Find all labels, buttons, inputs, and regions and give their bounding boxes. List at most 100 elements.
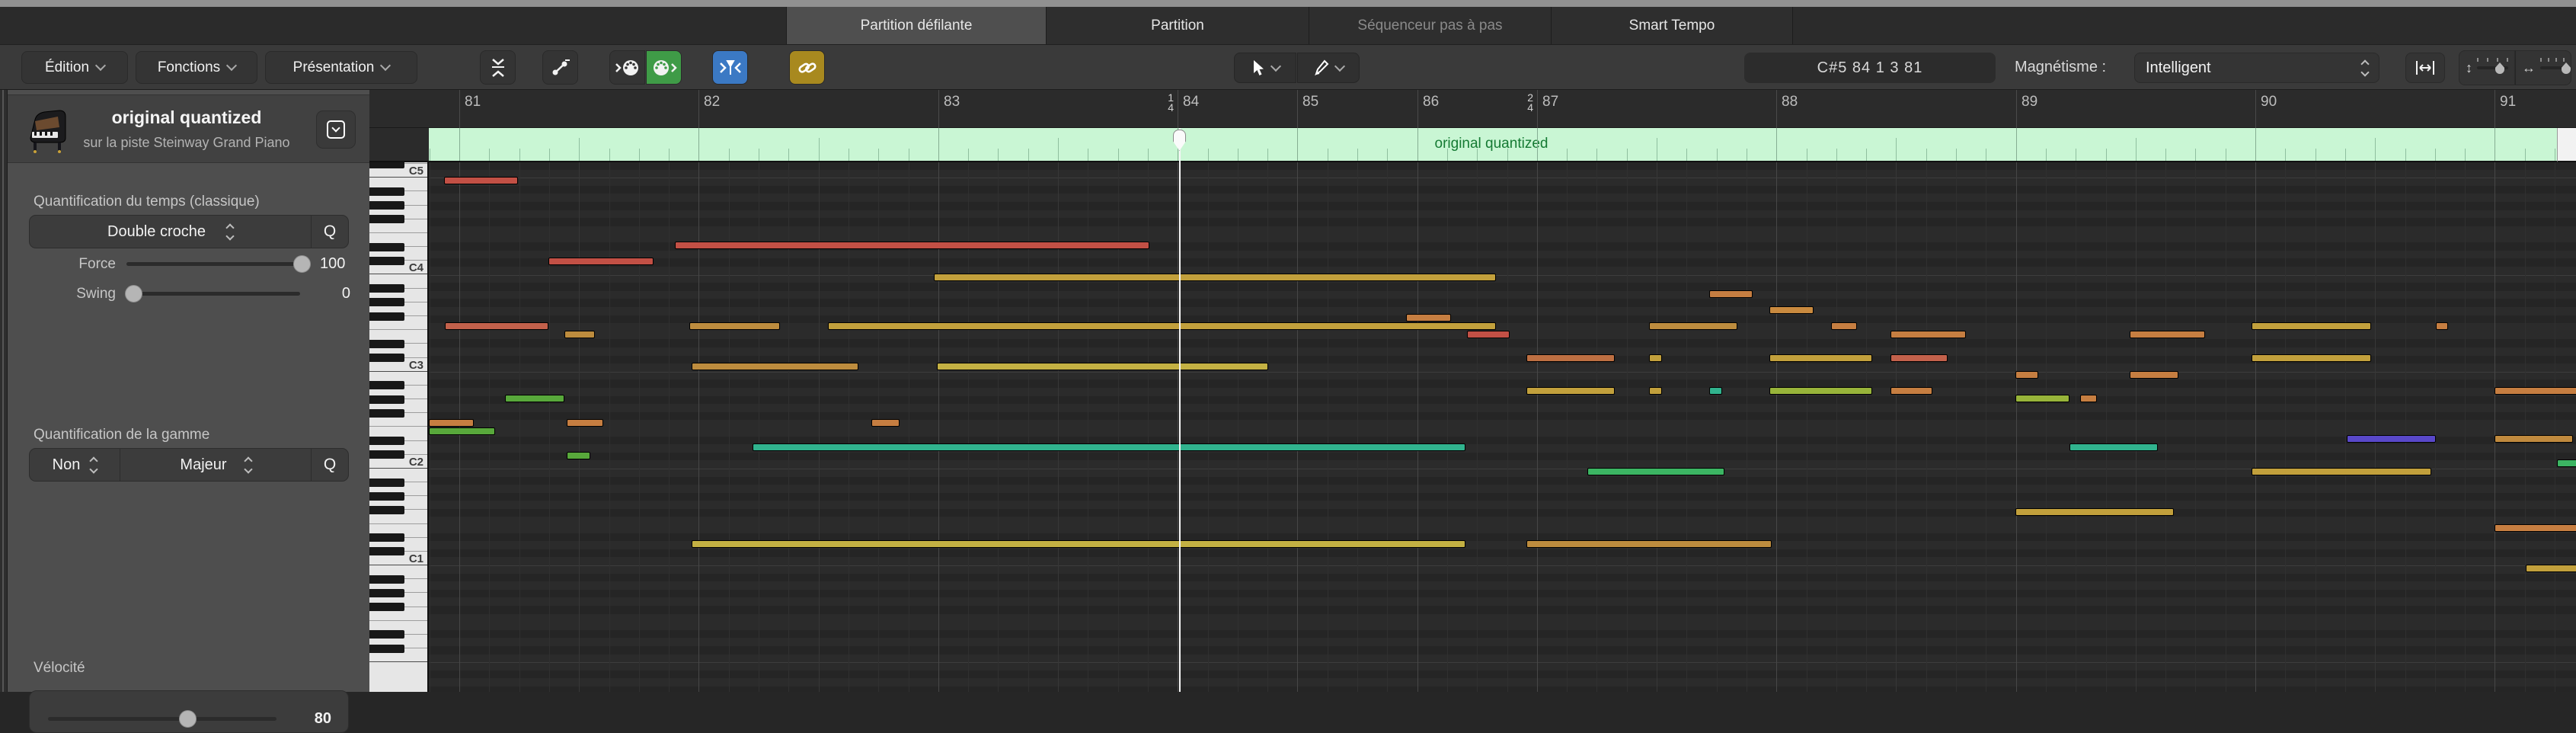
midi-note-D#2[interactable] — [2495, 435, 2573, 443]
black-key[interactable] — [369, 547, 404, 555]
black-key[interactable] — [369, 354, 404, 362]
collapse-view-button[interactable] — [480, 50, 516, 85]
black-key[interactable] — [369, 492, 404, 501]
midi-note-A2[interactable] — [1709, 387, 1722, 395]
midi-note-D1[interactable] — [692, 540, 1465, 548]
black-key[interactable] — [369, 395, 404, 404]
midi-note-F3[interactable] — [689, 322, 780, 330]
midi-note-B1[interactable] — [2252, 468, 2431, 475]
velocity-slider-thumb[interactable] — [179, 710, 197, 728]
midi-note-D2[interactable] — [2069, 443, 2158, 451]
tab-smart-tempo[interactable]: Smart Tempo — [1551, 7, 1793, 44]
midi-note-F2[interactable] — [429, 419, 474, 427]
bar-ruler[interactable]: 81828384858687888990911424 — [369, 90, 2576, 128]
pencil-tool-button[interactable] — [1297, 53, 1360, 83]
auto-zoom-button[interactable] — [2405, 53, 2445, 83]
midi-note-B3[interactable] — [934, 274, 1496, 281]
time-quantize-dropdown[interactable]: Double croche — [30, 216, 311, 248]
midi-note-F2[interactable] — [871, 419, 900, 427]
black-key[interactable] — [369, 533, 404, 542]
black-key[interactable] — [369, 312, 404, 321]
region-strip[interactable]: original quantized — [429, 128, 2576, 162]
black-key[interactable] — [369, 257, 404, 265]
midi-note-G#2[interactable] — [505, 395, 564, 402]
scale-root-dropdown[interactable]: Non — [30, 449, 120, 481]
force-slider-thumb[interactable] — [293, 255, 311, 273]
midi-note-C#2[interactable] — [567, 452, 590, 459]
midi-note-G#2[interactable] — [2080, 395, 2097, 402]
black-key[interactable] — [369, 215, 404, 223]
black-key[interactable] — [369, 340, 404, 348]
black-key[interactable] — [369, 284, 404, 293]
midi-note-D#2[interactable] — [2347, 435, 2436, 443]
menu-edition[interactable]: Édition — [21, 51, 128, 84]
midi-note-B4[interactable] — [444, 177, 518, 184]
midi-note-G3[interactable] — [1769, 306, 1814, 314]
midi-note-F3[interactable] — [445, 322, 548, 330]
time-quantize-apply-button[interactable]: Q — [312, 216, 348, 248]
midi-note-A2[interactable] — [2495, 387, 2576, 395]
black-key[interactable] — [369, 630, 404, 639]
midi-note-A2[interactable] — [1769, 387, 1872, 395]
midi-note-C#3[interactable] — [1769, 354, 1872, 362]
midi-note-F#1[interactable] — [2015, 508, 2174, 516]
midi-note-F3[interactable] — [1649, 322, 1737, 330]
scale-quantize-apply-button[interactable]: Q — [312, 449, 348, 481]
region-end-marker[interactable] — [2557, 128, 2576, 162]
black-key[interactable] — [369, 162, 404, 168]
black-key[interactable] — [369, 589, 404, 597]
region-inspector-toggle-button[interactable] — [316, 110, 356, 149]
midi-note-D#4[interactable] — [675, 242, 1149, 249]
scale-type-dropdown[interactable]: Majeur — [120, 449, 311, 481]
midi-note-A3[interactable] — [1709, 290, 1753, 298]
midi-note-B2[interactable] — [2130, 371, 2178, 379]
catch-playhead-button[interactable] — [712, 50, 748, 85]
vertical-zoom-slider[interactable]: ↕ — [2459, 50, 2515, 85]
playhead[interactable] — [1179, 128, 1181, 692]
vertical-zoom-thumb[interactable] — [2495, 62, 2504, 74]
force-slider[interactable] — [126, 262, 309, 266]
midi-note-G#2[interactable] — [2015, 395, 2069, 402]
horizontal-zoom-slider[interactable]: ↔ — [2515, 50, 2571, 85]
link-button[interactable] — [789, 50, 825, 85]
note-grid[interactable] — [429, 162, 2576, 692]
midi-note-E2[interactable] — [429, 427, 495, 435]
black-key[interactable] — [369, 187, 404, 196]
midi-note-C#3[interactable] — [1890, 354, 1948, 362]
midi-note-C3[interactable] — [937, 363, 1268, 370]
midi-note-E3[interactable] — [1890, 331, 1966, 338]
midi-note-D1[interactable] — [1526, 540, 1772, 548]
midi-note-E1[interactable] — [2495, 524, 2576, 532]
midi-note-A2[interactable] — [1526, 387, 1615, 395]
black-key[interactable] — [369, 201, 404, 210]
menu-fonctions[interactable]: Fonctions — [136, 51, 257, 84]
midi-note-B2[interactable] — [2015, 371, 2038, 379]
midi-out-button[interactable] — [646, 50, 682, 85]
midi-note-A2[interactable] — [1890, 387, 1932, 395]
midi-note-F#3[interactable] — [1406, 314, 1451, 322]
black-key[interactable] — [369, 479, 404, 487]
black-key[interactable] — [369, 645, 404, 653]
midi-note-D2[interactable] — [753, 443, 1465, 451]
swing-slider-thumb[interactable] — [125, 285, 142, 302]
black-key[interactable] — [369, 298, 404, 306]
black-key[interactable] — [369, 243, 404, 251]
midi-note-F3[interactable] — [2436, 322, 2448, 330]
magnetism-dropdown[interactable]: Intelligent — [2134, 53, 2379, 83]
midi-note-B0[interactable] — [2526, 565, 2576, 572]
midi-note-F3[interactable] — [828, 322, 1496, 330]
piano-keyboard[interactable]: C5C4C3C2C1 — [369, 162, 429, 692]
black-key[interactable] — [369, 575, 404, 584]
black-key[interactable] — [369, 437, 404, 445]
position-display[interactable]: C#5 84 1 3 81 — [1744, 53, 1996, 83]
horizontal-zoom-thumb[interactable] — [2562, 62, 2571, 74]
black-key[interactable] — [369, 603, 404, 611]
black-key[interactable] — [369, 409, 404, 418]
midi-note-F3[interactable] — [2252, 322, 2371, 330]
black-key[interactable] — [369, 450, 404, 459]
swing-slider[interactable] — [126, 292, 300, 296]
midi-note-F2[interactable] — [567, 419, 603, 427]
tab-partition-d-filante[interactable]: Partition défilante — [786, 7, 1046, 44]
midi-note-C2[interactable] — [2557, 459, 2576, 467]
tab-partition[interactable]: Partition — [1046, 7, 1309, 44]
